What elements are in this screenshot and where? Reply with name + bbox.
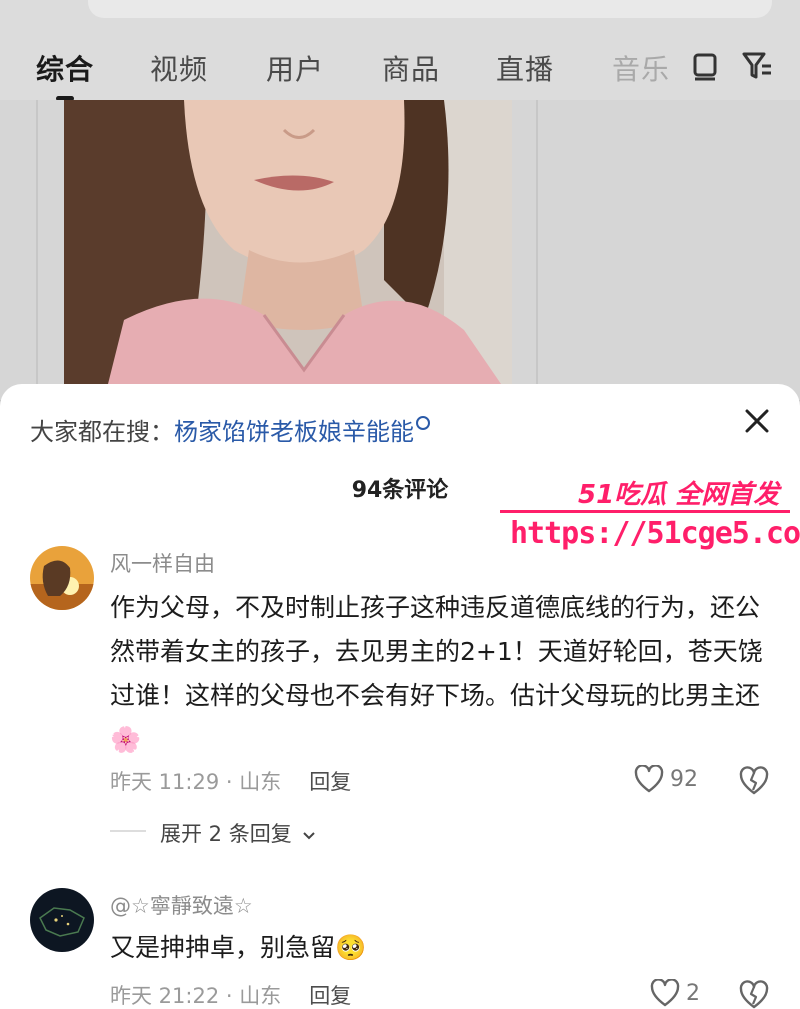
comment-username[interactable]: 风一样自由 <box>110 548 215 578</box>
comment-time-location: 昨天 11:29 · 山东 <box>110 770 282 794</box>
video-thumbnail[interactable] <box>64 100 512 400</box>
avatar[interactable] <box>30 888 94 952</box>
comment-meta: 昨天 11:29 · 山东 回复 <box>110 766 351 796</box>
comment-username[interactable]: @☆寧靜致遠☆ <box>110 890 253 920</box>
tab-users[interactable]: 用户 <box>266 48 324 88</box>
card-divider <box>36 100 38 400</box>
search-box[interactable] <box>88 0 772 18</box>
heart-icon <box>634 765 664 793</box>
close-icon[interactable] <box>740 404 774 438</box>
like-count: 2 <box>686 981 700 1006</box>
hot-search-prefix: 大家都在搜： <box>30 418 174 446</box>
card-divider <box>536 100 538 400</box>
chevron-down-icon <box>303 832 316 840</box>
avatar[interactable] <box>30 546 94 610</box>
tab-video[interactable]: 视频 <box>150 48 208 88</box>
like-button[interactable]: 2 <box>650 977 730 1009</box>
tab-live[interactable]: 直播 <box>496 48 554 88</box>
tab-products[interactable]: 商品 <box>382 48 440 88</box>
hot-search-link[interactable]: 杨家馅饼老板娘辛能能 <box>174 418 414 446</box>
expand-replies-label: 展开 2 条回复 <box>160 822 292 846</box>
comment-text: 作为父母，不及时制止孩子这种违反道德底线的行为，还公然带着女主的孩子，去见男主的… <box>110 593 763 754</box>
watermark: 51吃瓜 全网首发 https://51cge5.com <box>498 474 800 564</box>
watermark-line <box>500 510 790 513</box>
comment-meta: 昨天 21:22 · 山东 回复 <box>110 980 351 1009</box>
comment-time-location: 昨天 21:22 · 山东 <box>110 984 282 1008</box>
search-tabs: 综合 视频 用户 商品 直播 音乐 <box>0 36 800 101</box>
reply-button[interactable]: 回复 <box>309 770 351 794</box>
expand-divider <box>110 830 146 832</box>
comment-text: 又是抻抻卓，别急留🥺 <box>110 933 367 962</box>
expand-replies-button[interactable]: 展开 2 条回复 <box>160 818 316 848</box>
comment-sheet: 大家都在搜：杨家馅饼老板娘辛能能 94条评论 51吃瓜 全网首发 https:/… <box>0 384 800 1009</box>
broken-heart-icon[interactable] <box>738 979 770 1009</box>
search-icon <box>416 416 430 430</box>
tab-music[interactable]: 音乐 <box>612 48 670 88</box>
heart-icon <box>650 979 680 1007</box>
filter-icon[interactable] <box>740 48 774 82</box>
watermark-title: 51吃瓜 全网首发 <box>578 480 780 510</box>
hot-search-bar[interactable]: 大家都在搜：杨家馅饼老板娘辛能能 <box>30 412 430 447</box>
like-count: 92 <box>670 767 698 792</box>
reply-button[interactable]: 回复 <box>309 984 351 1008</box>
tab-comprehensive[interactable]: 综合 <box>36 48 94 88</box>
watermark-url: https://51cge5.com <box>510 516 800 551</box>
broken-heart-icon[interactable] <box>738 765 770 797</box>
like-button[interactable]: 92 <box>634 763 714 799</box>
layout-toggle-icon[interactable] <box>688 48 722 82</box>
